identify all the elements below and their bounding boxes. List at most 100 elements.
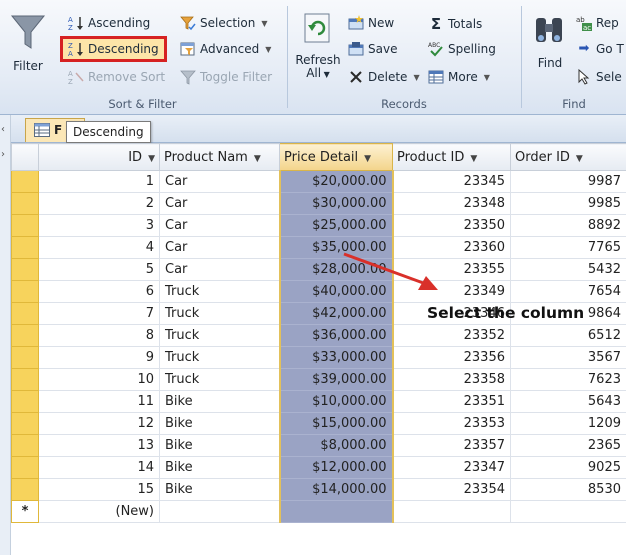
table-row[interactable]: 9 Truck $33,000.00 23356 3567 [11,346,626,369]
product-name-cell[interactable]: Car [159,214,280,237]
row-selector[interactable] [11,478,39,501]
new-record-cell[interactable] [159,500,280,523]
price-detail-cell[interactable]: $14,000.00 [278,478,394,501]
order-id-cell[interactable]: 8892 [510,214,626,237]
product-id-cell[interactable]: 23345 [392,170,511,193]
ascending-button[interactable]: A Z Ascending [68,15,150,31]
product-id-cell[interactable]: 23354 [392,478,511,501]
selection-button[interactable]: Selection ▼ [180,15,267,31]
new-record-marker[interactable]: * [11,500,39,523]
price-detail-cell[interactable]: $30,000.00 [278,192,394,215]
product-name-cell[interactable]: Bike [159,412,280,435]
product-id-cell[interactable]: 23347 [392,456,511,479]
replace-button[interactable]: ab ac Rep [576,15,619,31]
product-name-cell[interactable]: Truck [159,302,280,325]
product-name-cell[interactable]: Truck [159,324,280,347]
row-selector[interactable] [11,170,39,193]
table-row[interactable]: 13 Bike $8,000.00 23357 2365 [11,434,626,457]
id-cell[interactable]: 7 [38,302,160,325]
order-id-cell[interactable]: 7623 [510,368,626,391]
table-row[interactable]: 15 Bike $14,000.00 23354 8530 [11,478,626,501]
order-id-cell[interactable]: 9985 [510,192,626,215]
product-name-cell[interactable]: Truck [159,280,280,303]
table-row[interactable]: 4 Car $35,000.00 23360 7765 [11,236,626,259]
product-name-cell[interactable]: Bike [159,434,280,457]
column-header-product-name[interactable]: Product Nam ▼ [159,143,280,171]
id-cell[interactable]: 10 [38,368,160,391]
save-button[interactable]: Save [348,41,397,57]
order-id-cell[interactable]: 7765 [510,236,626,259]
chevron-down-icon[interactable]: ▼ [148,154,155,164]
more-button[interactable]: More ▼ [428,69,490,85]
select-button[interactable]: Sele [576,69,622,85]
advanced-button[interactable]: Advanced ▼ [180,41,271,57]
product-name-cell[interactable]: Truck [159,346,280,369]
row-selector[interactable] [11,236,39,259]
id-cell[interactable]: 1 [38,170,160,193]
new-record-row[interactable]: * (New) [11,500,626,523]
price-detail-cell[interactable]: $39,000.00 [278,368,394,391]
id-cell[interactable]: 2 [38,192,160,215]
select-all-corner[interactable] [11,143,39,171]
row-selector[interactable] [11,368,39,391]
row-selector[interactable] [11,280,39,303]
column-header-price-detail[interactable]: Price Detail ▼ [279,143,393,171]
row-selector[interactable] [11,412,39,435]
remove-sort-button[interactable]: A Z Remove Sort [68,69,165,85]
id-cell[interactable]: 8 [38,324,160,347]
goto-button[interactable]: ➡ Go T [576,41,624,56]
table-row[interactable]: 5 Car $28,000.00 23355 5432 [11,258,626,281]
navigation-pane-strip[interactable]: ‹ › [0,115,11,555]
row-selector[interactable] [11,214,39,237]
price-detail-cell[interactable]: $20,000.00 [278,170,394,193]
row-selector[interactable] [11,324,39,347]
new-record-cell[interactable] [278,500,394,523]
price-detail-cell[interactable]: $42,000.00 [278,302,394,325]
price-detail-cell[interactable]: $8,000.00 [278,434,394,457]
order-id-cell[interactable]: 9025 [510,456,626,479]
column-header-order-id[interactable]: Order ID ▼ [510,143,626,171]
product-name-cell[interactable]: Truck [159,368,280,391]
chevron-down-icon[interactable]: ▼ [576,154,583,164]
product-id-cell[interactable]: 23350 [392,214,511,237]
row-selector[interactable] [11,192,39,215]
order-id-cell[interactable]: 7654 [510,280,626,303]
product-name-cell[interactable]: Car [159,170,280,193]
price-detail-cell[interactable]: $15,000.00 [278,412,394,435]
table-row[interactable]: 2 Car $30,000.00 23348 9985 [11,192,626,215]
price-detail-cell[interactable]: $25,000.00 [278,214,394,237]
refresh-all-button[interactable]: Refresh All ▼ [292,8,344,88]
descending-button[interactable]: Z A Descending [68,41,159,57]
table-row[interactable]: 6 Truck $40,000.00 23349 7654 [11,280,626,303]
id-cell[interactable]: 11 [38,390,160,413]
product-name-cell[interactable]: Bike [159,390,280,413]
id-cell[interactable]: 15 [38,478,160,501]
order-id-cell[interactable]: 1209 [510,412,626,435]
find-button[interactable]: Find [528,8,572,78]
id-cell[interactable]: 14 [38,456,160,479]
product-id-cell[interactable]: 23351 [392,390,511,413]
product-id-cell[interactable]: 23358 [392,368,511,391]
row-selector[interactable] [11,456,39,479]
order-id-cell[interactable]: 2365 [510,434,626,457]
toggle-filter-button[interactable]: Toggle Filter [180,69,272,85]
order-id-cell[interactable]: 3567 [510,346,626,369]
price-detail-cell[interactable]: $33,000.00 [278,346,394,369]
column-header-id[interactable]: ID ▼ [38,143,160,171]
table-row[interactable]: 8 Truck $36,000.00 23352 6512 [11,324,626,347]
spelling-button[interactable]: ABC Spelling [428,41,496,57]
price-detail-cell[interactable]: $10,000.00 [278,390,394,413]
product-name-cell[interactable]: Car [159,192,280,215]
order-id-cell[interactable]: 8530 [510,478,626,501]
filter-button[interactable]: Filter [8,8,48,78]
order-id-cell[interactable]: 5432 [510,258,626,281]
table-row[interactable]: 14 Bike $12,000.00 23347 9025 [11,456,626,479]
product-id-cell[interactable]: 23348 [392,192,511,215]
table-row[interactable]: 3 Car $25,000.00 23350 8892 [11,214,626,237]
column-header-product-id[interactable]: Product ID ▼ [392,143,511,171]
id-cell[interactable]: 3 [38,214,160,237]
new-record-id-cell[interactable]: (New) [38,500,160,523]
new-record-cell[interactable] [392,500,511,523]
id-cell[interactable]: 9 [38,346,160,369]
id-cell[interactable]: 5 [38,258,160,281]
